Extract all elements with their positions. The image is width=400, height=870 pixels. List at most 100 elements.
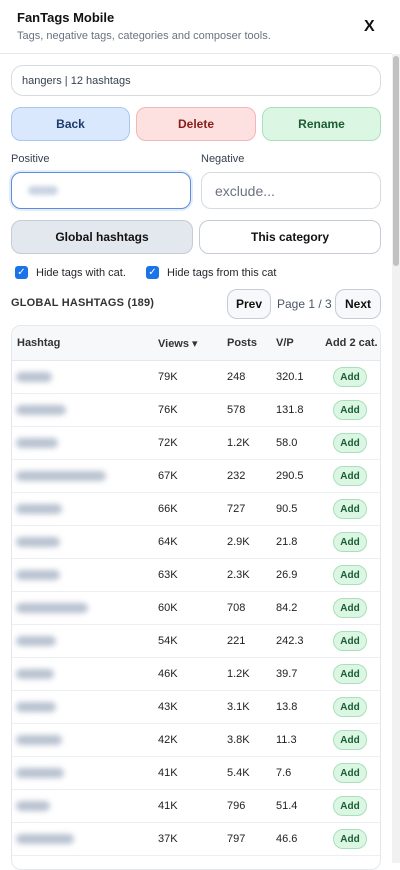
add-to-category-button[interactable]: Add (333, 631, 367, 651)
add-to-category-button[interactable]: Add (333, 697, 367, 717)
table-row: 37K 797 46.6 Add (12, 823, 380, 856)
add-to-category-button[interactable]: Add (333, 598, 367, 618)
views-cell: 67K (158, 470, 178, 482)
table-row: 42K 3.8K 11.3 Add (12, 724, 380, 757)
views-cell: 64K (158, 536, 178, 548)
hide-from-this-checkbox[interactable]: ✓ Hide tags from this cat (146, 266, 276, 279)
redacted-hashtag (16, 636, 56, 646)
app-subtitle: Tags, negative tags, categories and comp… (17, 30, 271, 42)
redacted-hashtag (16, 834, 74, 844)
vp-cell: 320.1 (276, 371, 304, 383)
table-row: 41K 796 51.4 Add (12, 790, 380, 823)
add-to-category-button[interactable]: Add (333, 565, 367, 585)
this-category-tab[interactable]: This category (199, 220, 381, 254)
close-icon[interactable]: X (364, 18, 375, 36)
vp-cell: 131.8 (276, 404, 304, 416)
table-row: 66K 727 90.5 Add (12, 493, 380, 526)
posts-cell: 796 (227, 800, 246, 812)
vp-cell: 58.0 (276, 437, 298, 449)
add-to-category-button[interactable]: Add (333, 829, 367, 849)
views-cell: 54K (158, 635, 178, 647)
add-to-category-button[interactable]: Add (333, 532, 367, 552)
posts-cell: 3.1K (227, 701, 250, 713)
hashtag-table: Hashtag Views ▾ Posts V/P Add 2 cat. 79K… (11, 325, 381, 870)
redacted-hashtag (16, 372, 52, 382)
posts-cell: 797 (227, 833, 246, 845)
views-cell: 60K (158, 602, 178, 614)
posts-cell: 708 (227, 602, 246, 614)
add-to-category-button[interactable]: Add (333, 664, 367, 684)
posts-cell: 3.8K (227, 734, 250, 746)
views-cell: 63K (158, 569, 178, 581)
table-row: 76K 578 131.8 Add (12, 394, 380, 427)
redacted-hashtag (16, 768, 64, 778)
add-to-category-button[interactable]: Add (333, 730, 367, 750)
table-row: 63K 2.3K 26.9 Add (12, 559, 380, 592)
add-to-category-button[interactable]: Add (333, 367, 367, 387)
prev-page-button[interactable]: Prev (227, 289, 271, 319)
posts-cell: 5.4K (227, 767, 250, 779)
add-to-category-button[interactable]: Add (333, 796, 367, 816)
col-add: Add 2 cat. (325, 337, 378, 349)
rename-button[interactable]: Rename (262, 107, 381, 141)
app-title: FanTags Mobile (17, 10, 115, 25)
add-to-category-button[interactable]: Add (333, 400, 367, 420)
category-selector[interactable]: hangers | 12 hashtags (11, 65, 381, 96)
views-cell: 43K (158, 701, 178, 713)
add-to-category-button[interactable]: Add (333, 499, 367, 519)
views-cell: 76K (158, 404, 178, 416)
views-cell: 37K (158, 833, 178, 845)
hide-with-cat-checkbox[interactable]: ✓ Hide tags with cat. (15, 266, 126, 279)
vp-cell: 21.8 (276, 536, 298, 548)
views-cell: 42K (158, 734, 178, 746)
redacted-hashtag (16, 438, 58, 448)
scrollbar[interactable] (392, 54, 400, 863)
vp-cell: 46.6 (276, 833, 298, 845)
positive-input[interactable] (11, 172, 191, 209)
vp-cell: 7.6 (276, 767, 292, 779)
scrollbar-thumb[interactable] (393, 56, 399, 266)
redacted-hashtag (16, 405, 66, 415)
table-row: 64K 2.9K 21.8 Add (12, 526, 380, 559)
redacted-value (28, 186, 58, 195)
views-cell: 66K (158, 503, 178, 515)
next-page-button[interactable]: Next (335, 289, 381, 319)
redacted-hashtag (16, 537, 60, 547)
back-button[interactable]: Back (11, 107, 130, 141)
app-header: FanTags Mobile Tags, negative tags, cate… (0, 0, 392, 54)
posts-cell: 232 (227, 470, 246, 482)
page-indicator: Page 1 / 3 (277, 297, 332, 311)
add-to-category-button[interactable]: Add (333, 763, 367, 783)
checkbox-checked-icon: ✓ (146, 266, 159, 279)
vp-cell: 39.7 (276, 668, 298, 680)
add-to-category-button[interactable]: Add (333, 466, 367, 486)
add-to-category-button[interactable]: Add (333, 433, 367, 453)
table-row: 79K 248 320.1 Add (12, 361, 380, 394)
table-row: 41K 5.4K 7.6 Add (12, 757, 380, 790)
negative-label: Negative (201, 153, 245, 165)
vp-cell: 13.8 (276, 701, 298, 713)
hide-from-this-label: Hide tags from this cat (167, 266, 277, 279)
delete-button[interactable]: Delete (136, 107, 256, 141)
views-cell: 72K (158, 437, 178, 449)
views-cell: 46K (158, 668, 178, 680)
col-vp[interactable]: V/P (276, 337, 294, 349)
table-row: 72K 1.2K 58.0 Add (12, 427, 380, 460)
posts-cell: 221 (227, 635, 246, 647)
col-views[interactable]: Views ▾ (158, 337, 198, 350)
table-row: 60K 708 84.2 Add (12, 592, 380, 625)
posts-cell: 1.2K (227, 668, 250, 680)
col-posts[interactable]: Posts (227, 337, 257, 349)
posts-cell: 2.9K (227, 536, 250, 548)
hide-with-cat-label: Hide tags with cat. (36, 266, 126, 279)
redacted-hashtag (16, 669, 54, 679)
redacted-hashtag (16, 801, 50, 811)
positive-label: Positive (11, 153, 50, 165)
col-hashtag[interactable]: Hashtag (17, 337, 60, 349)
redacted-hashtag (16, 603, 88, 613)
global-hashtags-tab[interactable]: Global hashtags (11, 220, 193, 254)
negative-input[interactable]: exclude... (201, 172, 381, 209)
vp-cell: 90.5 (276, 503, 298, 515)
vp-cell: 26.9 (276, 569, 298, 581)
checkbox-checked-icon: ✓ (15, 266, 28, 279)
